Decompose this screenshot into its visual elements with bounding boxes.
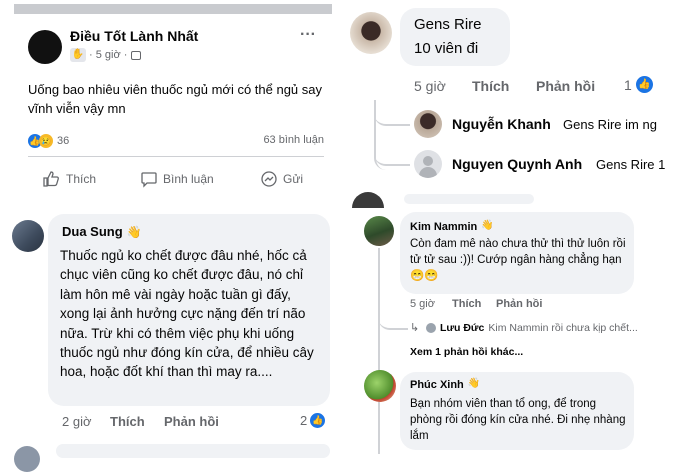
phuc-avatar[interactable] — [364, 370, 396, 402]
wave-badge-icon: ✋ — [70, 48, 86, 62]
reaction-count: 36 — [57, 135, 70, 147]
reply-quynh-preview: Gens Rire 1 — [596, 157, 666, 172]
share-action[interactable]: Gửi — [260, 170, 303, 188]
reply-arrow-icon: ↳ — [410, 322, 420, 334]
post-reactions[interactable]: 👍 😢 36 — [28, 134, 69, 148]
dua-comment-text: Thuốc ngủ ko chết được đâu nhé, hốc cả c… — [60, 248, 314, 380]
gens-like-count-value: 1 — [624, 76, 632, 93]
more-options-icon[interactable]: ··· — [300, 26, 316, 44]
sub-reply-preview: Kim Nammin rồi chưa kịp chết... — [488, 322, 638, 334]
gens-comment-text: 10 viên đi — [414, 40, 479, 57]
wave-icon: 👋 — [126, 224, 142, 239]
reply-avatar-quynh[interactable] — [414, 150, 442, 178]
reply-khanh-author[interactable]: Nguyễn Khanh — [452, 116, 551, 132]
gens-reply-button[interactable]: Phản hồi — [536, 78, 595, 94]
phuc-name-row: Phúc Xinh 👋 — [410, 378, 482, 392]
kim-like-button[interactable]: Thích — [452, 298, 481, 310]
thumbs-up-icon — [43, 171, 59, 187]
next-stub-bubble — [404, 194, 534, 204]
kim-thread-line — [378, 248, 380, 454]
kim-time: 5 giờ — [410, 298, 435, 310]
gens-panel: Gens Rire 10 viên đi 5 giờ Thích Phản hồ… — [338, 0, 680, 208]
author-avatar[interactable] — [28, 30, 62, 64]
post-author-name[interactable]: Điều Tốt Lành Nhất — [70, 28, 198, 44]
comment-action-label: Bình luận — [163, 172, 214, 186]
dua-like-button[interactable]: Thích — [110, 414, 145, 429]
dua-like-count[interactable]: 2 👍 — [300, 413, 326, 428]
like-icon: 👍 — [635, 76, 653, 93]
dua-author-name[interactable]: Dua Sung — [62, 224, 123, 239]
next-comment-stub — [56, 444, 330, 458]
kim-reply-button[interactable]: Phản hồi — [496, 298, 542, 310]
post-meta: · 5 giờ · — [89, 49, 128, 61]
comment-action[interactable]: Bình luận — [140, 170, 214, 188]
post-meta-row: ✋ · 5 giờ · — [70, 48, 142, 62]
default-person-body — [419, 167, 437, 178]
comment-count[interactable]: 63 bình luận — [263, 134, 324, 146]
gens-time: 5 giờ — [414, 78, 446, 94]
dua-name-row: Dua Sung 👋 — [62, 224, 142, 239]
dua-avatar[interactable] — [12, 220, 44, 252]
like-action[interactable]: Thích — [42, 170, 96, 188]
thread-branch-1 — [374, 110, 410, 126]
gens-avatar[interactable] — [350, 12, 392, 54]
next-stub-avatar — [352, 192, 384, 208]
next-avatar-stub — [14, 446, 40, 472]
phuc-author-name[interactable]: Phúc Xinh — [410, 379, 464, 391]
reply-avatar-khanh[interactable] — [414, 110, 442, 138]
kim-comment-text: Còn đam mê nào chưa thử thì thử luôn rồi… — [410, 238, 626, 282]
comment-bubble-icon — [141, 172, 157, 188]
phuc-comment-text: Bạn nhóm viên than tổ ong, để trong phòn… — [410, 398, 626, 442]
dua-panel: Dua Sung 👋 Thuốc ngủ ko chết được đâu nh… — [0, 208, 335, 472]
dua-like-count-value: 2 — [300, 413, 308, 428]
top-scrollbar — [14, 4, 332, 14]
kim-author-name[interactable]: Kim Nammin — [410, 221, 477, 233]
reply-khanh-preview: Gens Rire im ng — [563, 117, 657, 132]
post-divider — [28, 156, 324, 157]
sub-reply-row[interactable]: ↳ Lưu Đức Kim Nammin rồi chưa kịp chết..… — [410, 322, 638, 334]
dua-reply-button[interactable]: Phản hồi — [164, 414, 219, 429]
sub-reply-author: Lưu Đức — [440, 322, 485, 334]
share-action-label: Gửi — [283, 172, 304, 186]
wave-icon: 👋 — [481, 220, 494, 231]
reply-quynh-author[interactable]: Nguyen Quynh Anh — [452, 156, 582, 172]
post-panel: Điều Tốt Lành Nhất ✋ · 5 giờ · ··· Uống … — [14, 4, 332, 200]
more-replies-link[interactable]: Xem 1 phản hồi khác... — [410, 346, 523, 358]
gens-author-name[interactable]: Gens Rire — [414, 16, 482, 33]
default-person-icon — [423, 156, 433, 166]
kim-panel: Kim Nammin 👋 Còn đam mê nào chưa thử thì… — [350, 208, 680, 454]
gens-like-count[interactable]: 1 👍 — [624, 76, 653, 93]
messenger-icon — [261, 171, 277, 187]
panel-gutter-vertical — [334, 0, 340, 454]
wave-icon: 👋 — [467, 378, 481, 389]
dua-time: 2 giờ — [62, 414, 92, 429]
thread-branch-2 — [374, 150, 410, 166]
sub-reply-avatar — [426, 323, 436, 333]
audience-icon — [131, 50, 142, 60]
sad-reaction-icon: 😢 — [39, 134, 53, 148]
kim-avatar[interactable] — [364, 216, 394, 246]
like-icon: 👍 — [310, 413, 326, 428]
gens-like-button[interactable]: Thích — [472, 78, 509, 94]
post-text: Uống bao nhiêu viên thuốc ngủ mới có thể… — [28, 82, 322, 116]
kim-thread-branch — [378, 316, 408, 330]
kim-name-row: Kim Nammin 👋 — [410, 220, 495, 234]
like-action-label: Thích — [66, 172, 97, 186]
